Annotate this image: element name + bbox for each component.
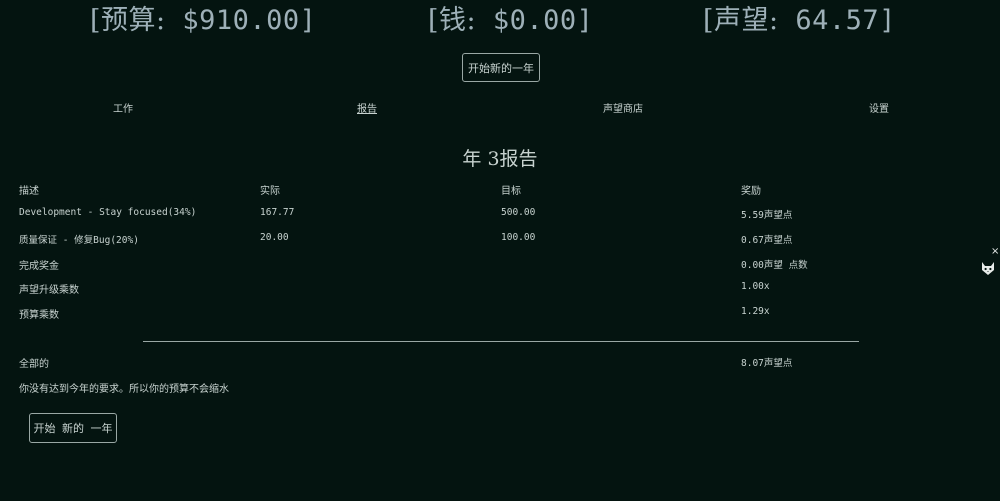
- tab-settings[interactable]: 设置: [869, 100, 889, 115]
- row-description: 声望升级乘数: [19, 285, 79, 296]
- total-value: 8.07声望点: [741, 358, 793, 369]
- close-icon[interactable]: ×: [991, 246, 999, 257]
- cat-icon[interactable]: [980, 260, 996, 276]
- budget-value: $910.00]: [165, 5, 317, 36]
- tab-work[interactable]: 工作: [113, 100, 133, 115]
- row-reward: 5.59声望点: [741, 210, 793, 221]
- row-reward: 0.67声望点: [741, 235, 793, 246]
- start-new-year-top-button[interactable]: 开始新的一年: [462, 53, 540, 82]
- game-screen: [预算: $910.00] [钱: $0.00] [声望: 64.57] 开始新…: [0, 0, 1000, 501]
- report-message: 你没有达到今年的要求。所以你的预算不会缩水: [19, 384, 229, 395]
- row-actual: 167.77: [260, 207, 295, 218]
- reputation-value: 64.57]: [778, 5, 896, 36]
- row-description: Development - Stay focused(34%): [19, 207, 197, 218]
- row-description: 预算乘数: [19, 310, 59, 321]
- money-label: [钱:: [428, 5, 477, 36]
- tab-report[interactable]: 报告: [357, 100, 377, 115]
- budget-label: [预算:: [90, 5, 166, 36]
- header-actual: 实际: [260, 186, 280, 197]
- row-actual: 20.00: [260, 232, 289, 243]
- money-stat: [钱: $0.00]: [428, 4, 593, 38]
- header-reward: 奖励: [741, 186, 761, 197]
- row-reward: 1.29x: [741, 306, 770, 317]
- row-description: 完成奖金: [19, 261, 59, 272]
- row-description: 质量保证 - 修复Bug(20%): [19, 235, 139, 246]
- start-new-year-bottom-button[interactable]: 开始 新的 一年: [29, 413, 117, 443]
- report-title: 年 3报告: [462, 148, 538, 170]
- divider: [143, 341, 859, 342]
- stats-bar: [预算: $910.00] [钱: $0.00] [声望: 64.57]: [0, 4, 1000, 40]
- total-label: 全部的: [19, 359, 49, 370]
- money-value: $0.00]: [476, 5, 594, 36]
- header-description: 描述: [19, 186, 39, 197]
- tab-reputation-shop[interactable]: 声望商店: [603, 100, 643, 115]
- reputation-label: [声望:: [703, 5, 779, 36]
- row-reward: 0.00声望 点数: [741, 260, 808, 271]
- nav-tabs: 工作 报告 声望商店 设置: [0, 100, 1000, 115]
- row-target: 500.00: [501, 207, 536, 218]
- reputation-stat: [声望: 64.57]: [703, 4, 896, 38]
- header-target: 目标: [501, 186, 521, 197]
- row-reward: 1.00x: [741, 281, 770, 292]
- row-target: 100.00: [501, 232, 536, 243]
- budget-stat: [预算: $910.00]: [90, 4, 316, 38]
